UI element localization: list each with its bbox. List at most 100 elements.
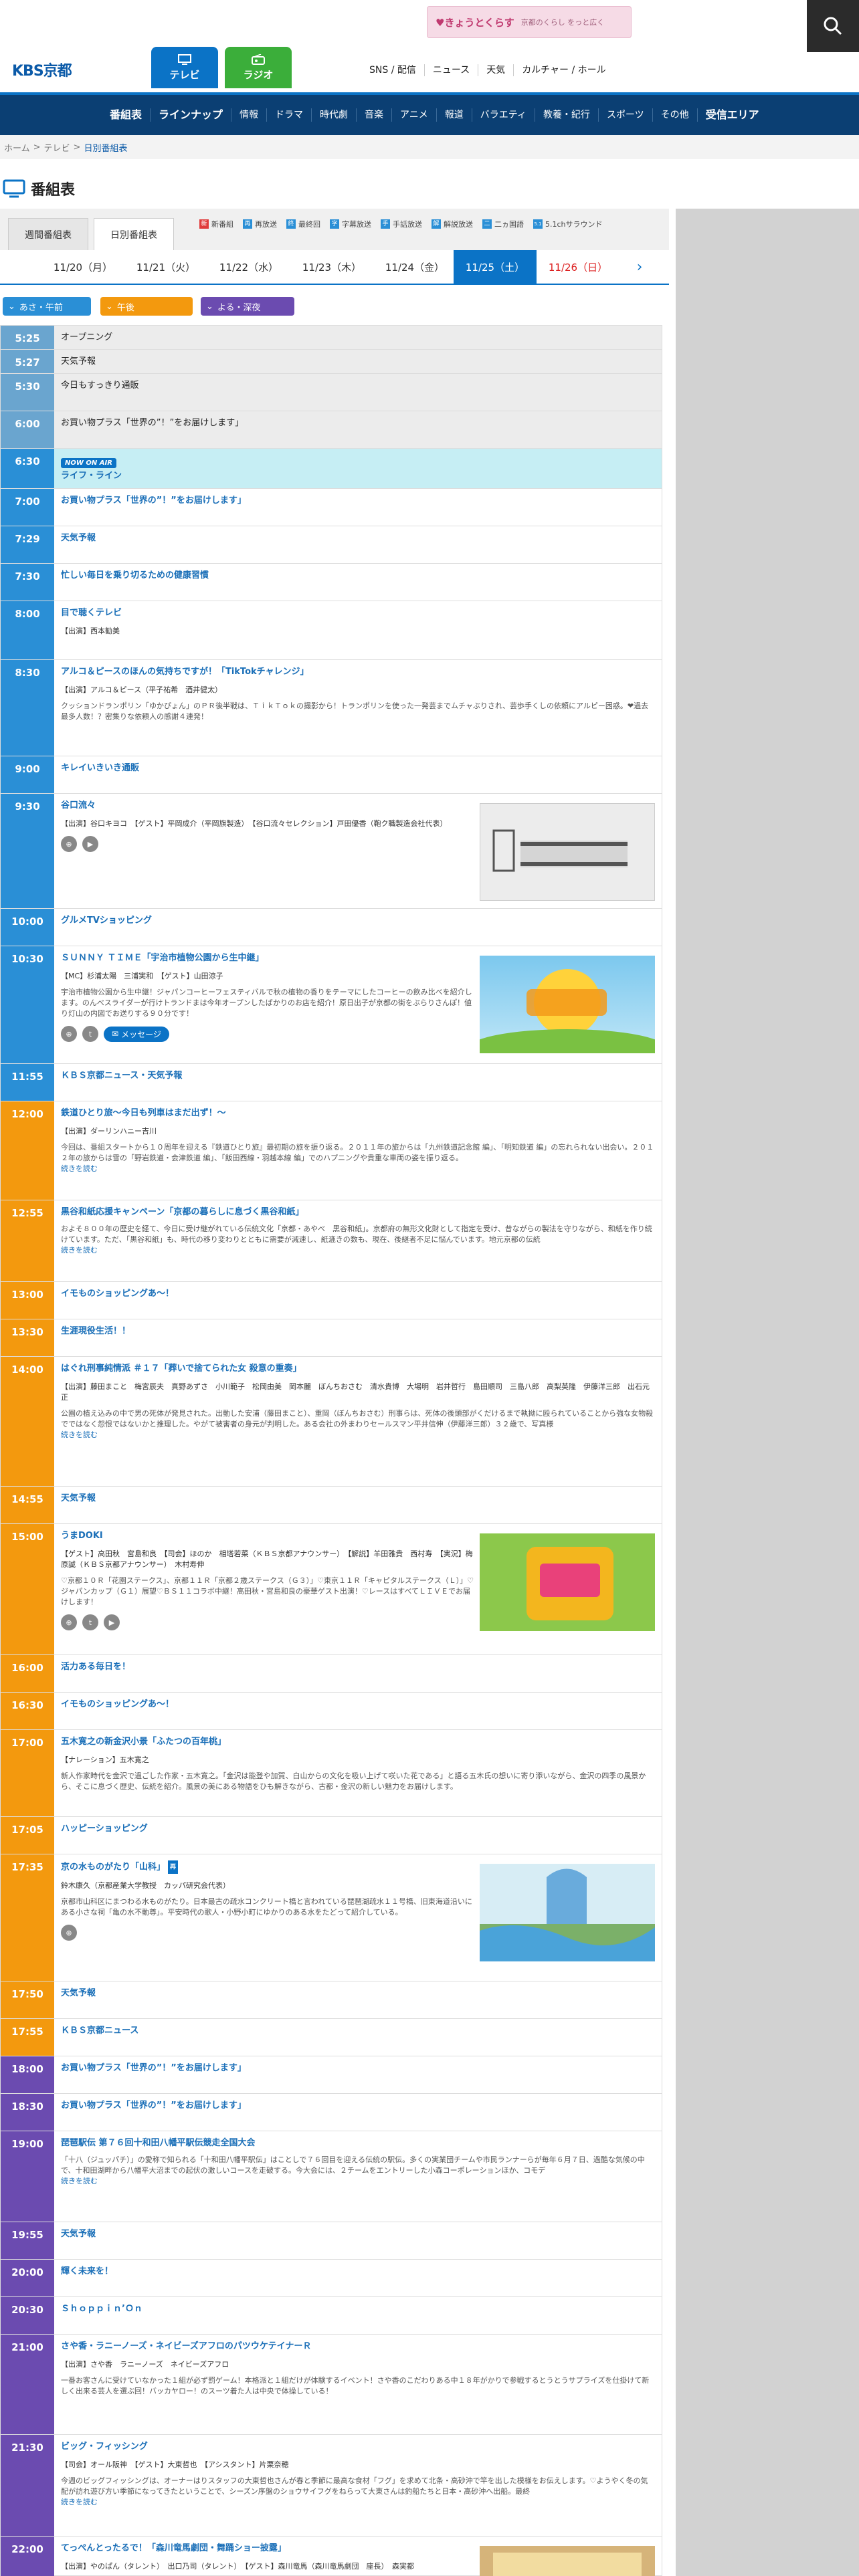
link-culture[interactable]: カルチャー / ホール	[513, 64, 613, 76]
program-title[interactable]: 天気予報	[61, 2228, 655, 2240]
web-icon[interactable]: ⊕	[61, 1925, 77, 1941]
breadcrumb-home[interactable]: ホーム	[4, 141, 30, 154]
program-title[interactable]: 天気予報	[61, 1493, 655, 1505]
program-title[interactable]: 五木寛之の新金沢小景「ふたつの百年桃」	[61, 1736, 655, 1748]
program-title[interactable]: さや香・ラニーノーズ・ネイビーズアフロのパツウケテイナーＲ	[61, 2341, 655, 2353]
nav-anime[interactable]: アニメ	[391, 108, 436, 122]
message-button-label: メッセージ	[121, 1029, 161, 1039]
program-description: 京都市山科区にまつわる水ものがたり。日本最古の疏水コンクリート橋と言われている琵…	[61, 1897, 472, 1917]
link-weather[interactable]: 天気	[478, 64, 513, 76]
link-news[interactable]: ニュース	[423, 64, 478, 76]
program-title[interactable]: 輝く未来を！	[61, 2266, 655, 2278]
nav-report[interactable]: 報道	[436, 108, 472, 122]
program-title[interactable]: キレイいきいき通販	[61, 762, 655, 774]
nav-lineup[interactable]: ラインナップ	[150, 108, 231, 122]
date-tab-selected[interactable]: 11/25（土）	[454, 250, 537, 284]
nav-info[interactable]: 情報	[231, 108, 266, 122]
youtube-icon[interactable]: ▶	[82, 836, 98, 852]
slot-afternoon-button[interactable]: ⌄ 午後	[100, 297, 193, 316]
program-title[interactable]: 鉄道ひとり旅～今日も列車はまだ出ず！～	[61, 1107, 655, 1119]
tab-tv[interactable]: テレビ	[151, 47, 218, 88]
program-title[interactable]: 天気予報	[61, 1988, 655, 2000]
legend-subtitle-mark: 字	[330, 219, 339, 229]
date-tab[interactable]: 11/24（金）	[379, 250, 451, 284]
next-arrow-icon[interactable]: ›	[626, 250, 653, 284]
web-icon[interactable]: ⊕	[61, 1026, 77, 1042]
program-thumbnail[interactable]	[480, 803, 655, 901]
date-tab[interactable]: 11/20（月）	[47, 250, 119, 284]
program-title[interactable]: 忙しい毎日を乗り切るための健康習慣	[61, 570, 655, 582]
web-icon[interactable]: ⊕	[61, 1614, 77, 1630]
program-title[interactable]: ＫＢＳ京都ニュース・天気予報	[61, 1070, 655, 1082]
nav-other[interactable]: その他	[652, 108, 697, 122]
breadcrumb-tv[interactable]: テレビ	[44, 141, 70, 154]
program-title[interactable]: 谷口流々	[61, 800, 476, 812]
program-title[interactable]: 琵琶駅伝 第７６回十和田八幡平駅伝競走全国大会	[61, 2137, 655, 2149]
read-more-link[interactable]: 続きを読む	[61, 1164, 655, 1174]
program-title[interactable]: ビッグ・フィッシング	[61, 2441, 655, 2453]
message-button[interactable]: ✉ メッセージ	[104, 1026, 169, 1042]
program-title[interactable]: はぐれ刑事純情派 ＃１７「葬いで捨てられた女 殺意の重奏」	[61, 1363, 655, 1375]
read-more-link[interactable]: 続きを読む	[61, 2176, 655, 2187]
program-title[interactable]: お買い物プラス「世界の”！”をお届けします」	[61, 2062, 655, 2074]
program-title[interactable]: 今日もすっきり通販	[61, 380, 655, 392]
nav-variety[interactable]: バラエティ	[471, 108, 535, 122]
program-title[interactable]: Ｓｈｏｐｐｉｎ’Ｏｎ	[61, 2303, 655, 2315]
youtube-icon[interactable]: ▶	[104, 1614, 120, 1630]
read-more-link[interactable]: 続きを読む	[61, 1245, 655, 1256]
program-title[interactable]: イモものショッピングあ～！	[61, 1288, 655, 1300]
program-title[interactable]: 生涯現役生活！！	[61, 1325, 655, 1337]
date-tab[interactable]: 11/26（日）	[542, 250, 614, 284]
tab-daily[interactable]: 日別番組表	[94, 218, 174, 250]
nav-culture[interactable]: 教養・紀行	[534, 108, 598, 122]
program-title[interactable]: 目で聴くテレビ	[61, 607, 655, 619]
program-thumbnail[interactable]	[480, 2546, 655, 2576]
program-title[interactable]: うまDOKI	[61, 1530, 476, 1542]
nav-music[interactable]: 音楽	[356, 108, 391, 122]
search-button[interactable]	[807, 0, 859, 52]
tab-weekly[interactable]: 週間番組表	[8, 218, 88, 250]
nav-area[interactable]: 受信エリア	[696, 108, 767, 122]
program-title[interactable]: 天気予報	[61, 356, 655, 368]
link-sns[interactable]: SNS / 配信	[361, 64, 424, 76]
slot-night-button[interactable]: ⌄ よる・深夜	[201, 297, 294, 316]
date-tab[interactable]: 11/21（火）	[130, 250, 202, 284]
program-title[interactable]: てっぺんとったるで！「森川竜馬劇団・舞踊ショー披露」	[61, 2543, 476, 2555]
date-tab[interactable]: 11/23（木）	[296, 250, 368, 284]
program-title[interactable]: ライフ・ライン	[61, 470, 655, 482]
program-title[interactable]: ハッピーショッピング	[61, 1823, 655, 1835]
program-title[interactable]: お買い物プラス「世界の”！”をお届けします」	[61, 2100, 655, 2112]
program-title[interactable]: ＳＵＮＮＹ ＴＩＭＥ「宇治市植物公園から生中継」	[61, 952, 476, 964]
nav-jidaigeki[interactable]: 時代劇	[311, 108, 356, 122]
program-row: 17:55 ＫＢＳ京都ニュース	[1, 2019, 662, 2056]
program-title[interactable]: お買い物プラス「世界の”！”をお届けします」	[61, 495, 655, 507]
program-thumbnail[interactable]	[480, 1533, 655, 1631]
nav-bangumi[interactable]: 番組表	[102, 108, 150, 122]
program-title[interactable]: ＫＢＳ京都ニュース	[61, 2025, 655, 2037]
program-thumbnail[interactable]	[480, 956, 655, 1053]
nav-sports[interactable]: スポーツ	[597, 108, 652, 122]
program-row: 11:55 ＫＢＳ京都ニュース・天気予報	[1, 1064, 662, 1101]
twitter-icon[interactable]: t	[82, 1026, 98, 1042]
date-selector: 11/20（月） 11/21（火） 11/22（水） 11/23（木） 11/2…	[0, 250, 669, 285]
twitter-icon[interactable]: t	[82, 1614, 98, 1630]
program-title[interactable]: 黒谷和紙応援キャンペーン「京都の暮らしに息づく黒谷和紙」	[61, 1206, 655, 1218]
program-title[interactable]: オープニング	[61, 332, 655, 344]
date-tab[interactable]: 11/22（水）	[213, 250, 285, 284]
program-title[interactable]: お買い物プラス「世界の”！”をお届けします」	[61, 417, 655, 429]
program-title[interactable]: アルコ＆ピースのほんの気持ちですが！「TikTokチャレンジ」	[61, 666, 655, 678]
program-thumbnail[interactable]	[480, 1864, 655, 1961]
read-more-link[interactable]: 続きを読む	[61, 2497, 655, 2508]
program-title[interactable]: グルメTVショッピング	[61, 915, 655, 927]
program-title[interactable]: 京の水ものがたり「山科」	[61, 1862, 165, 1872]
program-title[interactable]: イモものショッピングあ～！	[61, 1699, 655, 1711]
tab-radio[interactable]: ラジオ	[225, 47, 292, 88]
slot-morning-button[interactable]: ⌄ あさ・午前	[3, 297, 91, 316]
read-more-link[interactable]: 続きを読む	[61, 1430, 655, 1440]
kbs-logo[interactable]: KBS京都	[12, 59, 72, 80]
nav-drama[interactable]: ドラマ	[266, 108, 311, 122]
program-title[interactable]: 活力ある毎日を！	[61, 1661, 655, 1673]
program-title[interactable]: 天気予報	[61, 532, 655, 544]
kurasu-banner[interactable]: ♥きょうとくらす 京都のくらし をっと広く	[427, 6, 632, 38]
web-icon[interactable]: ⊕	[61, 836, 77, 852]
